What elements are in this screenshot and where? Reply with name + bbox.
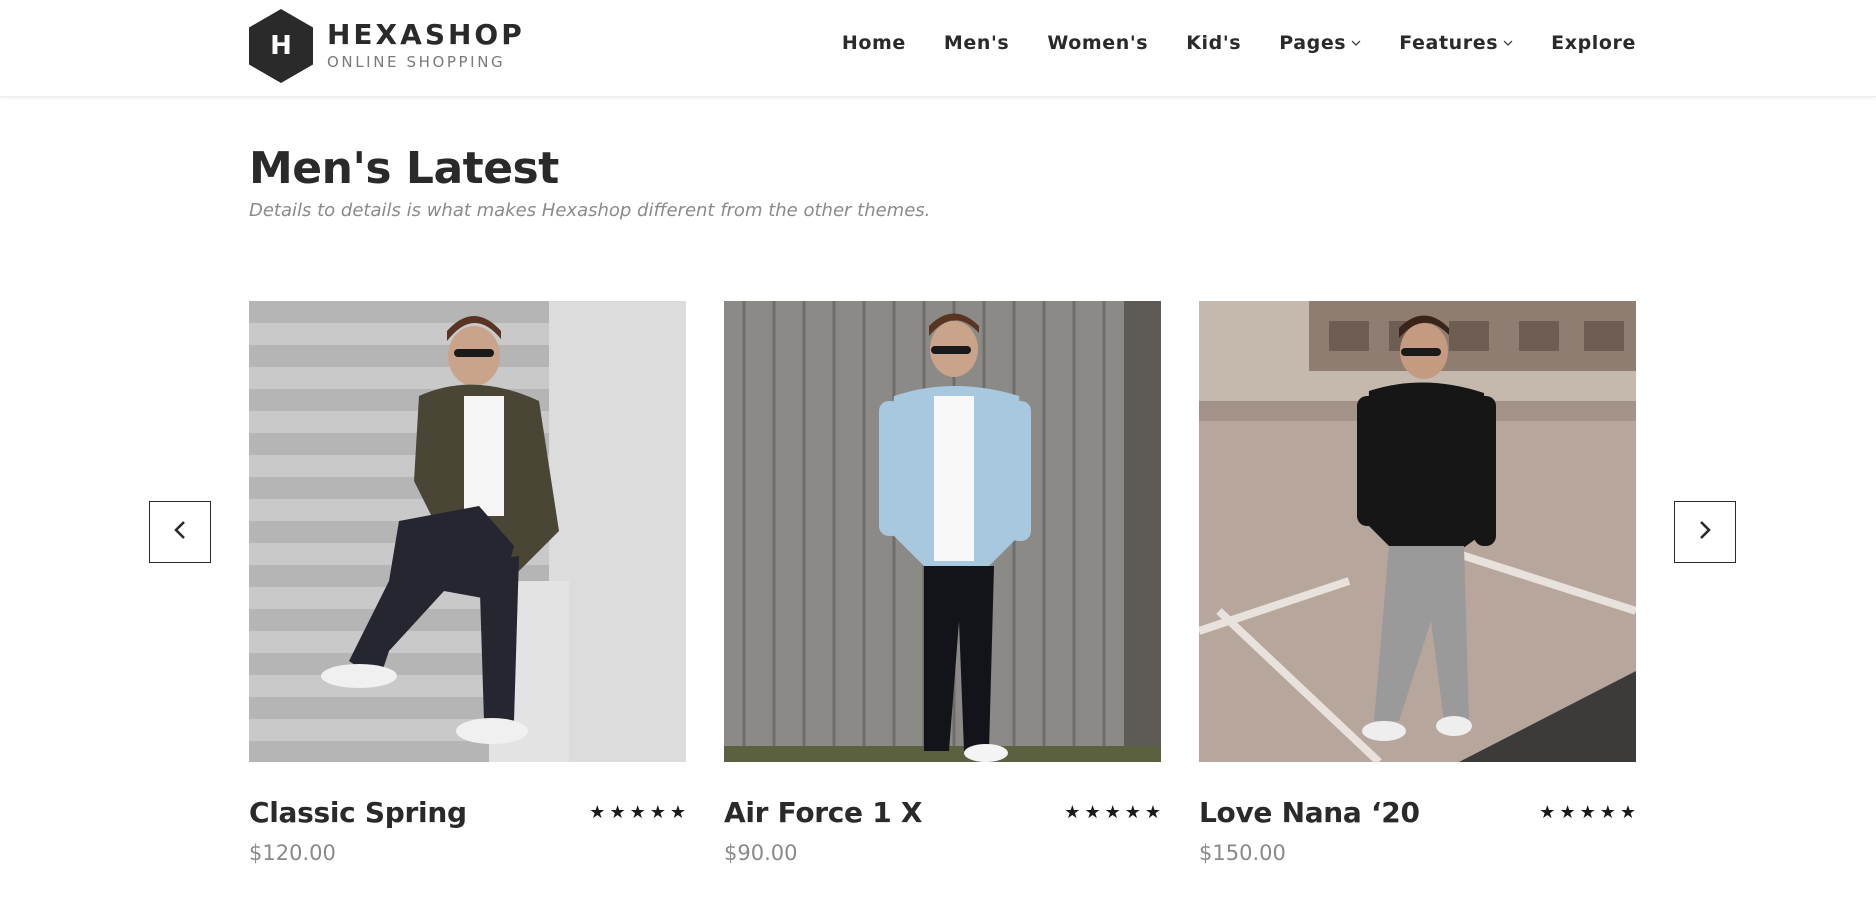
product-card[interactable]: Classic Spring ★ ★ ★ ★ ★ $120.00: [249, 301, 686, 865]
star-icon: ★: [1144, 801, 1161, 823]
star-icon: ★: [669, 801, 686, 823]
star-icon: ★: [1579, 801, 1596, 823]
nav-item-label: Men's: [943, 32, 1010, 54]
chevron-down-icon: [1351, 40, 1361, 46]
hexagon-logo-icon: H: [249, 9, 313, 83]
product-name[interactable]: Classic Spring: [249, 796, 467, 829]
product-price: $150.00: [1199, 841, 1286, 865]
section-subtitle: Details to details is what makes Hexasho…: [249, 200, 931, 221]
product-card[interactable]: Air Force 1 X ★ ★ ★ ★ ★ $90.00: [724, 301, 1161, 865]
product-card[interactable]: Love Nana ‘20 ★ ★ ★ ★ ★ $150.00: [1199, 301, 1636, 865]
nav-item-womens[interactable]: Women's: [1047, 32, 1148, 54]
product-price: $90.00: [724, 841, 798, 865]
chevron-right-icon: [1699, 520, 1711, 544]
nav-item-home[interactable]: Home: [842, 32, 906, 54]
product-image[interactable]: [249, 301, 686, 762]
star-rating: ★ ★ ★ ★ ★: [1535, 801, 1636, 823]
star-icon: ★: [1619, 801, 1636, 823]
star-icon: ★: [589, 801, 606, 823]
star-icon: ★: [1559, 801, 1576, 823]
nav-item-label: Kid's: [1186, 32, 1242, 54]
chevron-left-icon: [174, 520, 186, 544]
star-icon: ★: [1064, 801, 1081, 823]
section-title: Men's Latest: [249, 143, 559, 194]
site-logo[interactable]: H HEXASHOP ONLINE SHOPPING: [249, 9, 525, 83]
star-icon: ★: [649, 801, 666, 823]
product-name[interactable]: Air Force 1 X: [724, 796, 922, 829]
nav-item-mens[interactable]: Men's: [944, 32, 1009, 54]
star-icon: ★: [1539, 801, 1556, 823]
product-name[interactable]: Love Nana ‘20: [1199, 796, 1420, 829]
star-icon: ★: [1104, 801, 1121, 823]
nav-item-label: Features: [1399, 32, 1499, 54]
nav-item-features[interactable]: Features: [1399, 32, 1513, 54]
site-header: H HEXASHOP ONLINE SHOPPING Home Men's Wo…: [0, 0, 1876, 97]
star-icon: ★: [609, 801, 626, 823]
brand-subtitle: ONLINE SHOPPING: [327, 53, 506, 71]
product-price: $120.00: [249, 841, 336, 865]
star-icon: ★: [629, 801, 646, 823]
star-icon: ★: [1599, 801, 1616, 823]
nav-item-kids[interactable]: Kid's: [1186, 32, 1241, 54]
star-rating: ★ ★ ★ ★ ★: [1060, 801, 1161, 823]
nav-item-explore[interactable]: Explore: [1551, 32, 1636, 54]
nav-item-pages[interactable]: Pages: [1279, 32, 1361, 54]
product-image[interactable]: [724, 301, 1161, 762]
nav-item-label: Pages: [1279, 32, 1347, 54]
nav-item-label: Women's: [1047, 32, 1149, 54]
star-rating: ★ ★ ★ ★ ★: [585, 801, 686, 823]
star-icon: ★: [1124, 801, 1141, 823]
nav-item-label: Explore: [1551, 32, 1636, 54]
carousel-prev-button[interactable]: [149, 501, 211, 563]
carousel-next-button[interactable]: [1674, 501, 1736, 563]
chevron-down-icon: [1503, 40, 1513, 46]
main-nav: Home Men's Women's Kid's Pages Features …: [804, 32, 1636, 54]
brand-title: HEXASHOP: [327, 18, 525, 51]
nav-item-label: Home: [841, 32, 906, 54]
logo-letter: H: [270, 31, 292, 61]
star-icon: ★: [1084, 801, 1101, 823]
product-image[interactable]: [1199, 301, 1636, 762]
